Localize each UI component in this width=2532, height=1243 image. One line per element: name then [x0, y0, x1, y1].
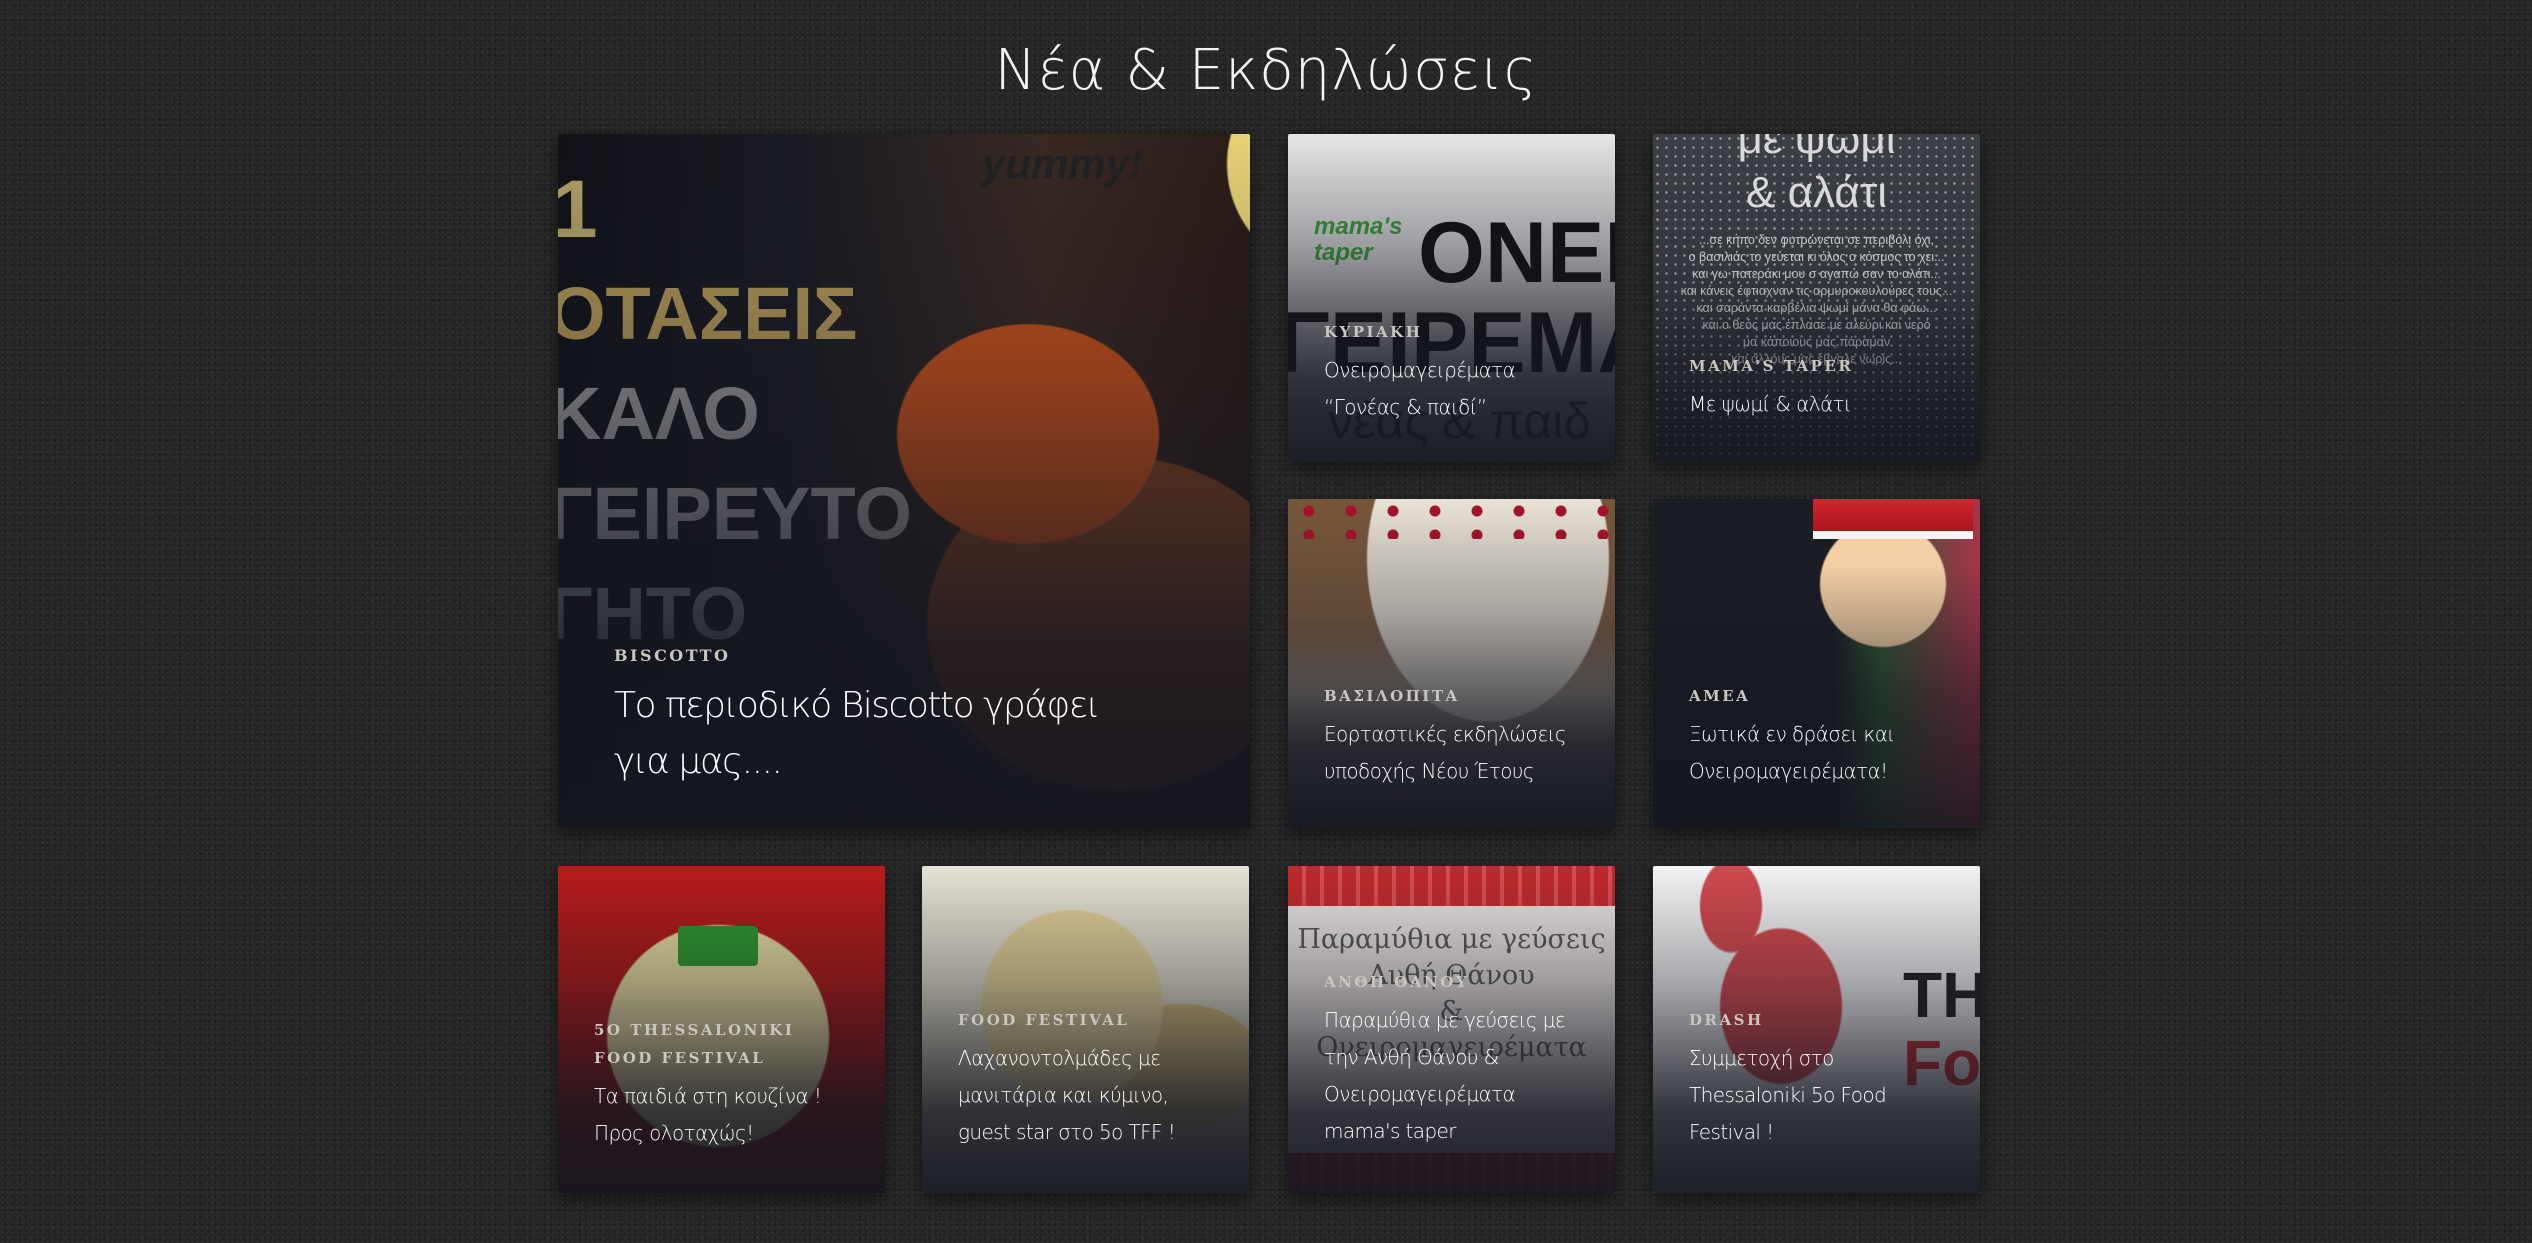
card-category: ΑΜΕΑ [1689, 687, 1751, 705]
news-card-snowman[interactable]: 5Ο THESSALONIKI FOOD FESTIVAL Τα παιδιά … [558, 866, 885, 1193]
card-info: ΑΝΘΗ ΘΑΝΟΥ Παραμύθια με γεύσεις με την Α… [1324, 968, 1579, 1150]
card-category: BISCOTTO [614, 646, 731, 665]
news-card-biscotto[interactable]: 1 ΟΤΑΣΕΙΣ ΚΑΛΟ ΓΕΙΡΕΥΤΟ ΓΗΤΟ yummy! BISC… [558, 134, 1250, 828]
card-title[interactable]: Λαχανοντολμάδες με μανιτάρια και κύμινο,… [958, 1040, 1213, 1151]
card-category: ΑΝΘΗ ΘΑΝΟΥ [1324, 973, 1469, 991]
card-title[interactable]: Ξωτικά εν δράσει και Ονειρομαγειρέματα! [1689, 716, 1944, 790]
card-info: ΑΜΕΑ Ξωτικά εν δράσει και Ονειρομαγειρέμ… [1689, 682, 1944, 790]
card-category: ΒΑΣΙΛΟΠΙΤΑ [1324, 687, 1460, 705]
card-info: BISCOTTO Το περιοδικό Biscotto γράφει γι… [614, 642, 1130, 790]
card-info: ΚΥΡΙΑΚΗ Ονειρομαγειρέματα “Γονέας & παιδ… [1324, 318, 1579, 426]
card-title[interactable]: Ονειρομαγειρέματα “Γονέας & παιδί” [1324, 352, 1579, 426]
card-info: ΒΑΣΙΛΟΠΙΤΑ Εορταστικές εκδηλώσεις υποδοχ… [1324, 682, 1579, 790]
card-title[interactable]: Συμμετοχή στο Thessaloniki 5o Food Festi… [1689, 1040, 1944, 1151]
news-card-lahano[interactable]: FOOD FESTIVAL Λαχανοντολμάδες με μανιτάρ… [922, 866, 1249, 1193]
card-category: ΚΥΡΙΑΚΗ [1324, 323, 1423, 341]
card-title[interactable]: Το περιοδικό Biscotto γράφει για μας.... [614, 678, 1130, 790]
card-info: FOOD FESTIVAL Λαχανοντολμάδες με μανιτάρ… [958, 1006, 1213, 1151]
card-title[interactable]: Παραμύθια με γεύσεις με την Ανθή Θάνου &… [1324, 1002, 1579, 1150]
card-category: FOOD FESTIVAL [958, 1011, 1130, 1029]
card-info: DRASH Συμμετοχή στο Thessaloniki 5o Food… [1689, 1006, 1944, 1151]
card-info: MAMA'S TAPER Με ψωμί & αλάτι [1689, 352, 1944, 423]
card-category: DRASH [1689, 1011, 1764, 1029]
card-title[interactable]: Εορταστικές εκδηλώσεις υποδοχής Νέου Έτο… [1324, 716, 1579, 790]
card-category: MAMA'S TAPER [1689, 357, 1854, 375]
news-card-amea[interactable]: ΑΜΕΑ Ξωτικά εν δράσει και Ονειρομαγειρέμ… [1653, 499, 1980, 828]
page-title: Νέα & Εκδηλώσεις [994, 38, 1538, 103]
news-card-vasilopita[interactable]: ΒΑΣΙΛΟΠΙΤΑ Εορταστικές εκδηλώσεις υποδοχ… [1288, 499, 1615, 828]
card-title[interactable]: Με ψωμί & αλάτι [1689, 386, 1944, 423]
news-card-psomi-alati[interactable]: με ψωμί & αλάτι ...σε κήπο δεν φυτρώνετα… [1653, 134, 1980, 462]
news-card-paramythia[interactable]: Παραμύθια με γεύσεις Ανθή Θάνου & Ονειρο… [1288, 866, 1615, 1193]
news-card-oneiro-goneas[interactable]: mama's taper ΟΝΕΙ ΓΕΙΡΕΜΑ νέας & παιδ ΚΥ… [1288, 134, 1615, 462]
card-title[interactable]: Τα παιδιά στη κουζίνα ! Προς ολοταχώς! [594, 1078, 849, 1152]
card-category: 5Ο THESSALONIKI FOOD FESTIVAL [594, 1021, 795, 1067]
news-card-drash[interactable]: TH Fo DRASH Συμμετοχή στο Thessaloniki 5… [1653, 866, 1980, 1193]
card-info: 5Ο THESSALONIKI FOOD FESTIVAL Τα παιδιά … [594, 1016, 849, 1152]
